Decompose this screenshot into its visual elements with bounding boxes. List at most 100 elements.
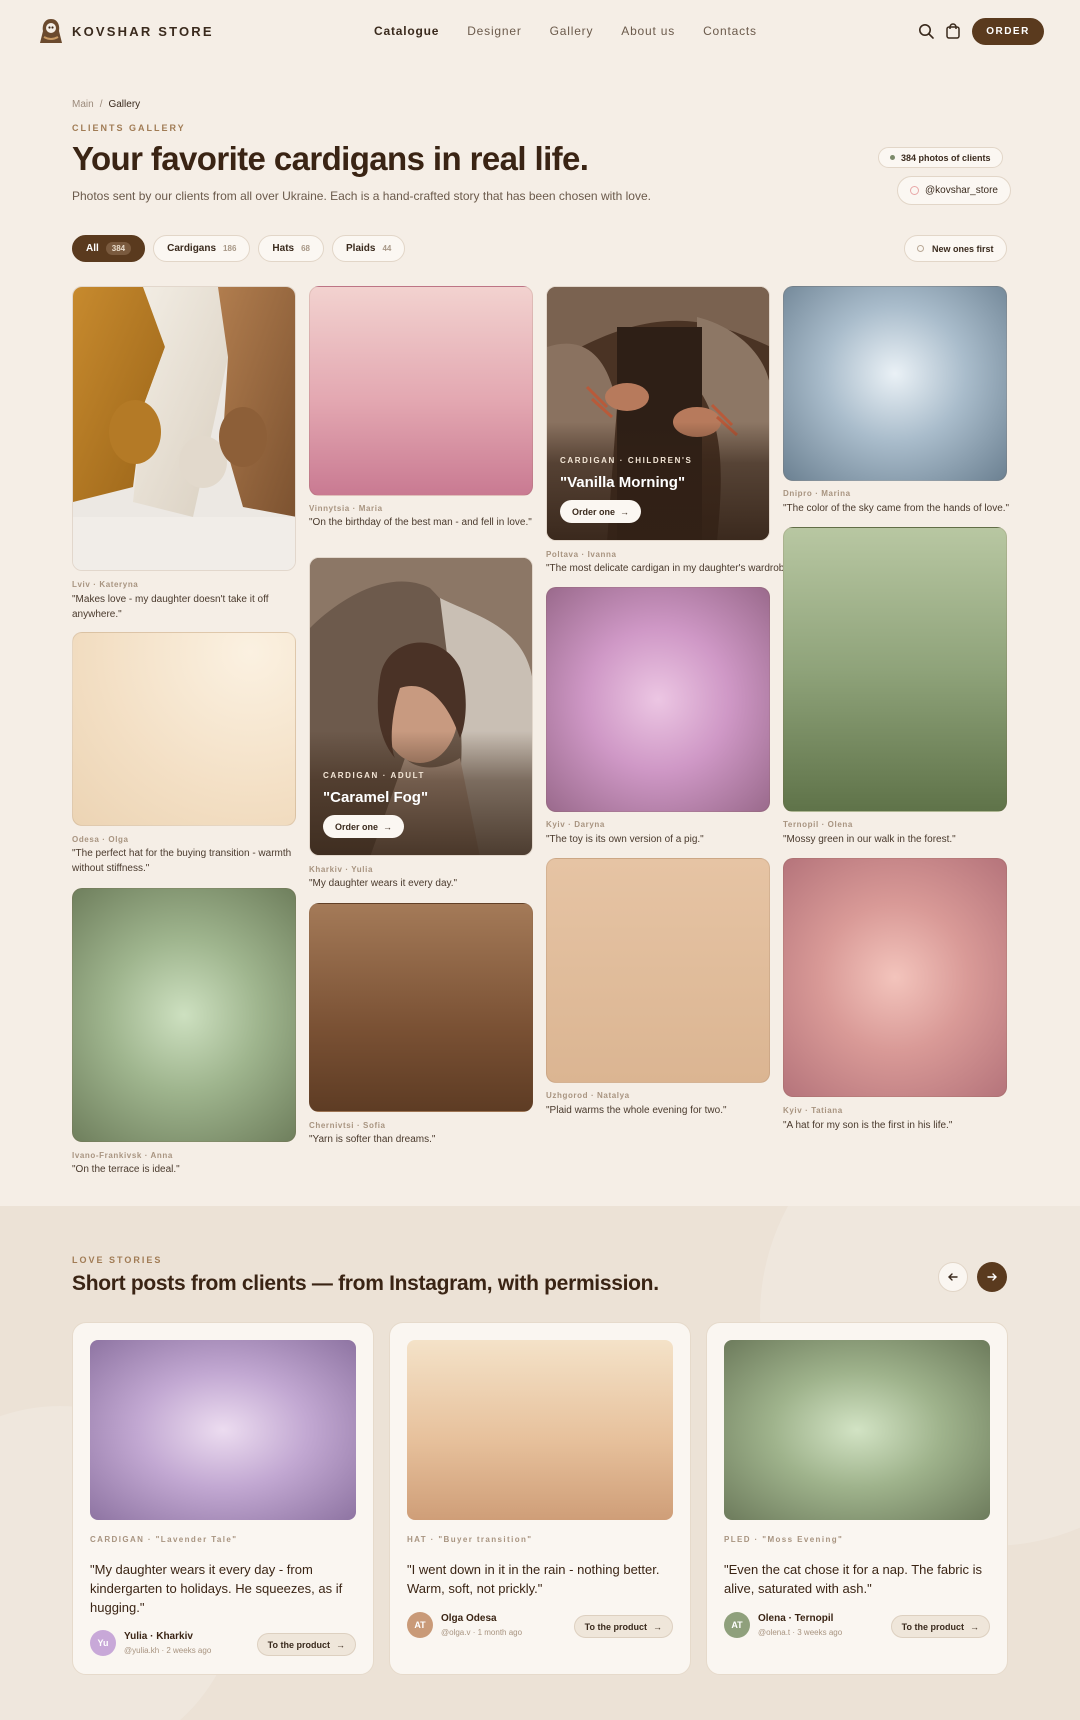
photo-quote: "Makes love - my daughter doesn't take i… <box>72 594 269 620</box>
filter-plaids[interactable]: Plaids 44 <box>332 235 406 262</box>
cart-icon[interactable] <box>944 22 962 40</box>
photo-location: Vinnytsia · Maria <box>309 504 383 513</box>
search-icon[interactable] <box>917 22 935 40</box>
story-card: PLED · "Moss Evening" "Even the cat chos… <box>706 1322 1008 1675</box>
story-author: Olena · Ternopil <box>758 1613 834 1624</box>
order-one-button[interactable]: Order one → <box>323 815 405 838</box>
photo-quote: "The color of the sky came from the hand… <box>783 503 1010 514</box>
story-card: HAT · "Buyer transition" "I went down in… <box>389 1322 691 1675</box>
photo-location: Lviv · Kateryna <box>72 580 139 589</box>
logo[interactable]: KOVSHAR STORE <box>38 17 214 45</box>
story-handle: @olena.t · 3 weeks ago <box>758 1628 843 1637</box>
story-author: Yulia · Kharkiv <box>124 1631 193 1642</box>
photo-location: Chernivtsi · Sofia <box>309 1121 386 1130</box>
to-product-label: To the product <box>267 1639 330 1650</box>
to-product-label: To the product <box>584 1621 647 1632</box>
page-title: Your favorite cardigans in real life. <box>72 140 589 177</box>
photo-overlay: CARDIGAN · ADULT "Caramel Fog" Order one… <box>310 731 532 855</box>
instagram-icon <box>910 186 919 195</box>
photo-quote: "The toy is its own version of a pig." <box>546 834 704 845</box>
story-author: Olga Odesa <box>441 1613 497 1624</box>
gallery-photo[interactable] <box>783 286 1007 481</box>
story-image <box>724 1340 990 1520</box>
photo-quote: "On the birthday of the best man - and f… <box>309 517 532 528</box>
order-button[interactable]: ORDER <box>972 18 1044 45</box>
filter-count: 384 <box>105 242 132 255</box>
to-product-button[interactable]: To the product → <box>573 1615 673 1638</box>
stories-title: Short posts from clients — from Instagra… <box>72 1272 659 1295</box>
filter-hats[interactable]: Hats 68 <box>258 235 324 262</box>
sort-dropdown[interactable]: New ones first <box>904 235 1007 262</box>
filter-label: Hats <box>272 243 295 254</box>
site-header: KOVSHAR STORE Catalogue Designer Gallery… <box>0 0 1080 62</box>
filter-count: 44 <box>382 244 392 253</box>
gallery-photo-featured[interactable]: CARDIGAN · ADULT "Caramel Fog" Order one… <box>309 557 533 856</box>
photo-overlay: CARDIGAN · CHILDREN'S "Vanilla Morning" … <box>547 422 769 540</box>
story-quote: "I went down in it in the rain - nothing… <box>407 1562 660 1596</box>
photo-location: Ivano-Frankivsk · Anna <box>72 1151 173 1160</box>
filter-cardigans[interactable]: Cardigans 186 <box>153 235 251 262</box>
product-title: "Vanilla Morning" <box>560 474 686 491</box>
logo-icon <box>40 19 62 43</box>
gallery-photo[interactable] <box>783 527 1007 812</box>
story-tag: HAT · "Buyer transition" <box>407 1535 533 1544</box>
order-one-label: Order one <box>572 506 616 517</box>
gallery-photo[interactable] <box>783 858 1007 1097</box>
gallery-photo[interactable] <box>72 888 296 1142</box>
sort-icon <box>917 245 924 252</box>
story-tag: PLED · "Moss Evening" <box>724 1535 844 1544</box>
breadcrumb-home[interactable]: Main <box>72 99 94 110</box>
filter-all[interactable]: All 384 <box>72 235 146 262</box>
stories-eyebrow: LOVE STORIES <box>72 1255 163 1265</box>
instagram-link[interactable]: @kovshar_store <box>897 176 1011 205</box>
prev-button[interactable] <box>938 1262 968 1292</box>
photo-quote: "Mossy green in our walk in the forest." <box>783 834 956 845</box>
filter-label: All <box>86 243 99 254</box>
status-dot-icon <box>890 155 895 160</box>
story-image <box>90 1340 356 1520</box>
nav-item-catalogue[interactable]: Catalogue <box>374 24 439 38</box>
gallery-photo[interactable] <box>309 903 533 1112</box>
next-button[interactable] <box>977 1262 1007 1292</box>
gallery-photo[interactable] <box>546 587 770 812</box>
product-category: CARDIGAN · ADULT <box>323 771 426 780</box>
photo-location: Kharkiv · Yulia <box>309 865 373 874</box>
nav-item-about[interactable]: About us <box>621 24 675 38</box>
photo-location: Kyiv · Tatiana <box>783 1106 843 1115</box>
gallery-photo[interactable] <box>309 286 533 496</box>
story-handle: @yulia.kh · 2 weeks ago <box>124 1646 212 1655</box>
order-one-label: Order one <box>335 821 379 832</box>
brand-name: KOVSHAR STORE <box>72 23 214 39</box>
instagram-handle: @kovshar_store <box>925 185 998 196</box>
story-quote: "Even the cat chose it for a nap. The fa… <box>724 1562 983 1596</box>
filter-count: 68 <box>301 244 310 253</box>
arrow-right-icon <box>987 1273 997 1281</box>
breadcrumb-separator: / <box>99 99 103 110</box>
arrow-right-icon: → <box>620 506 630 517</box>
story-image <box>407 1340 673 1520</box>
nav-item-gallery[interactable]: Gallery <box>550 24 594 38</box>
to-product-label: To the product <box>901 1621 964 1632</box>
filter-chips: All 384 Cardigans 186 Hats 68 Plaids 44 <box>72 235 406 262</box>
nav-item-designer[interactable]: Designer <box>467 24 521 38</box>
story-card: CARDIGAN · "Lavender Tale" "My daughter … <box>72 1322 374 1675</box>
to-product-button[interactable]: To the product → <box>256 1633 356 1656</box>
breadcrumb: Main / Gallery <box>72 99 140 110</box>
photo-quote: "A hat for my son is the first in his li… <box>783 1120 953 1131</box>
photo-location: Dnipro · Marina <box>783 489 851 498</box>
avatar: AT <box>407 1612 433 1638</box>
photo-quote: "The perfect hat for the buying transiti… <box>72 848 292 874</box>
photo-quote: "The most delicate cardigan in my daught… <box>546 563 786 574</box>
order-one-button[interactable]: Order one → <box>560 500 642 523</box>
gallery-photo[interactable] <box>72 286 296 571</box>
gallery-photo[interactable] <box>72 632 296 826</box>
to-product-button[interactable]: To the product → <box>890 1615 990 1638</box>
product-category: CARDIGAN · CHILDREN'S <box>560 456 693 465</box>
gallery-photo-featured[interactable]: CARDIGAN · CHILDREN'S "Vanilla Morning" … <box>546 286 770 541</box>
photo-location: Ternopil · Olena <box>783 820 853 829</box>
arrow-right-icon: → <box>653 1621 662 1632</box>
gallery-photo[interactable] <box>546 858 770 1083</box>
nav-item-contacts[interactable]: Contacts <box>703 24 757 38</box>
arrow-right-icon: → <box>383 821 393 832</box>
filter-label: Plaids <box>346 243 376 254</box>
